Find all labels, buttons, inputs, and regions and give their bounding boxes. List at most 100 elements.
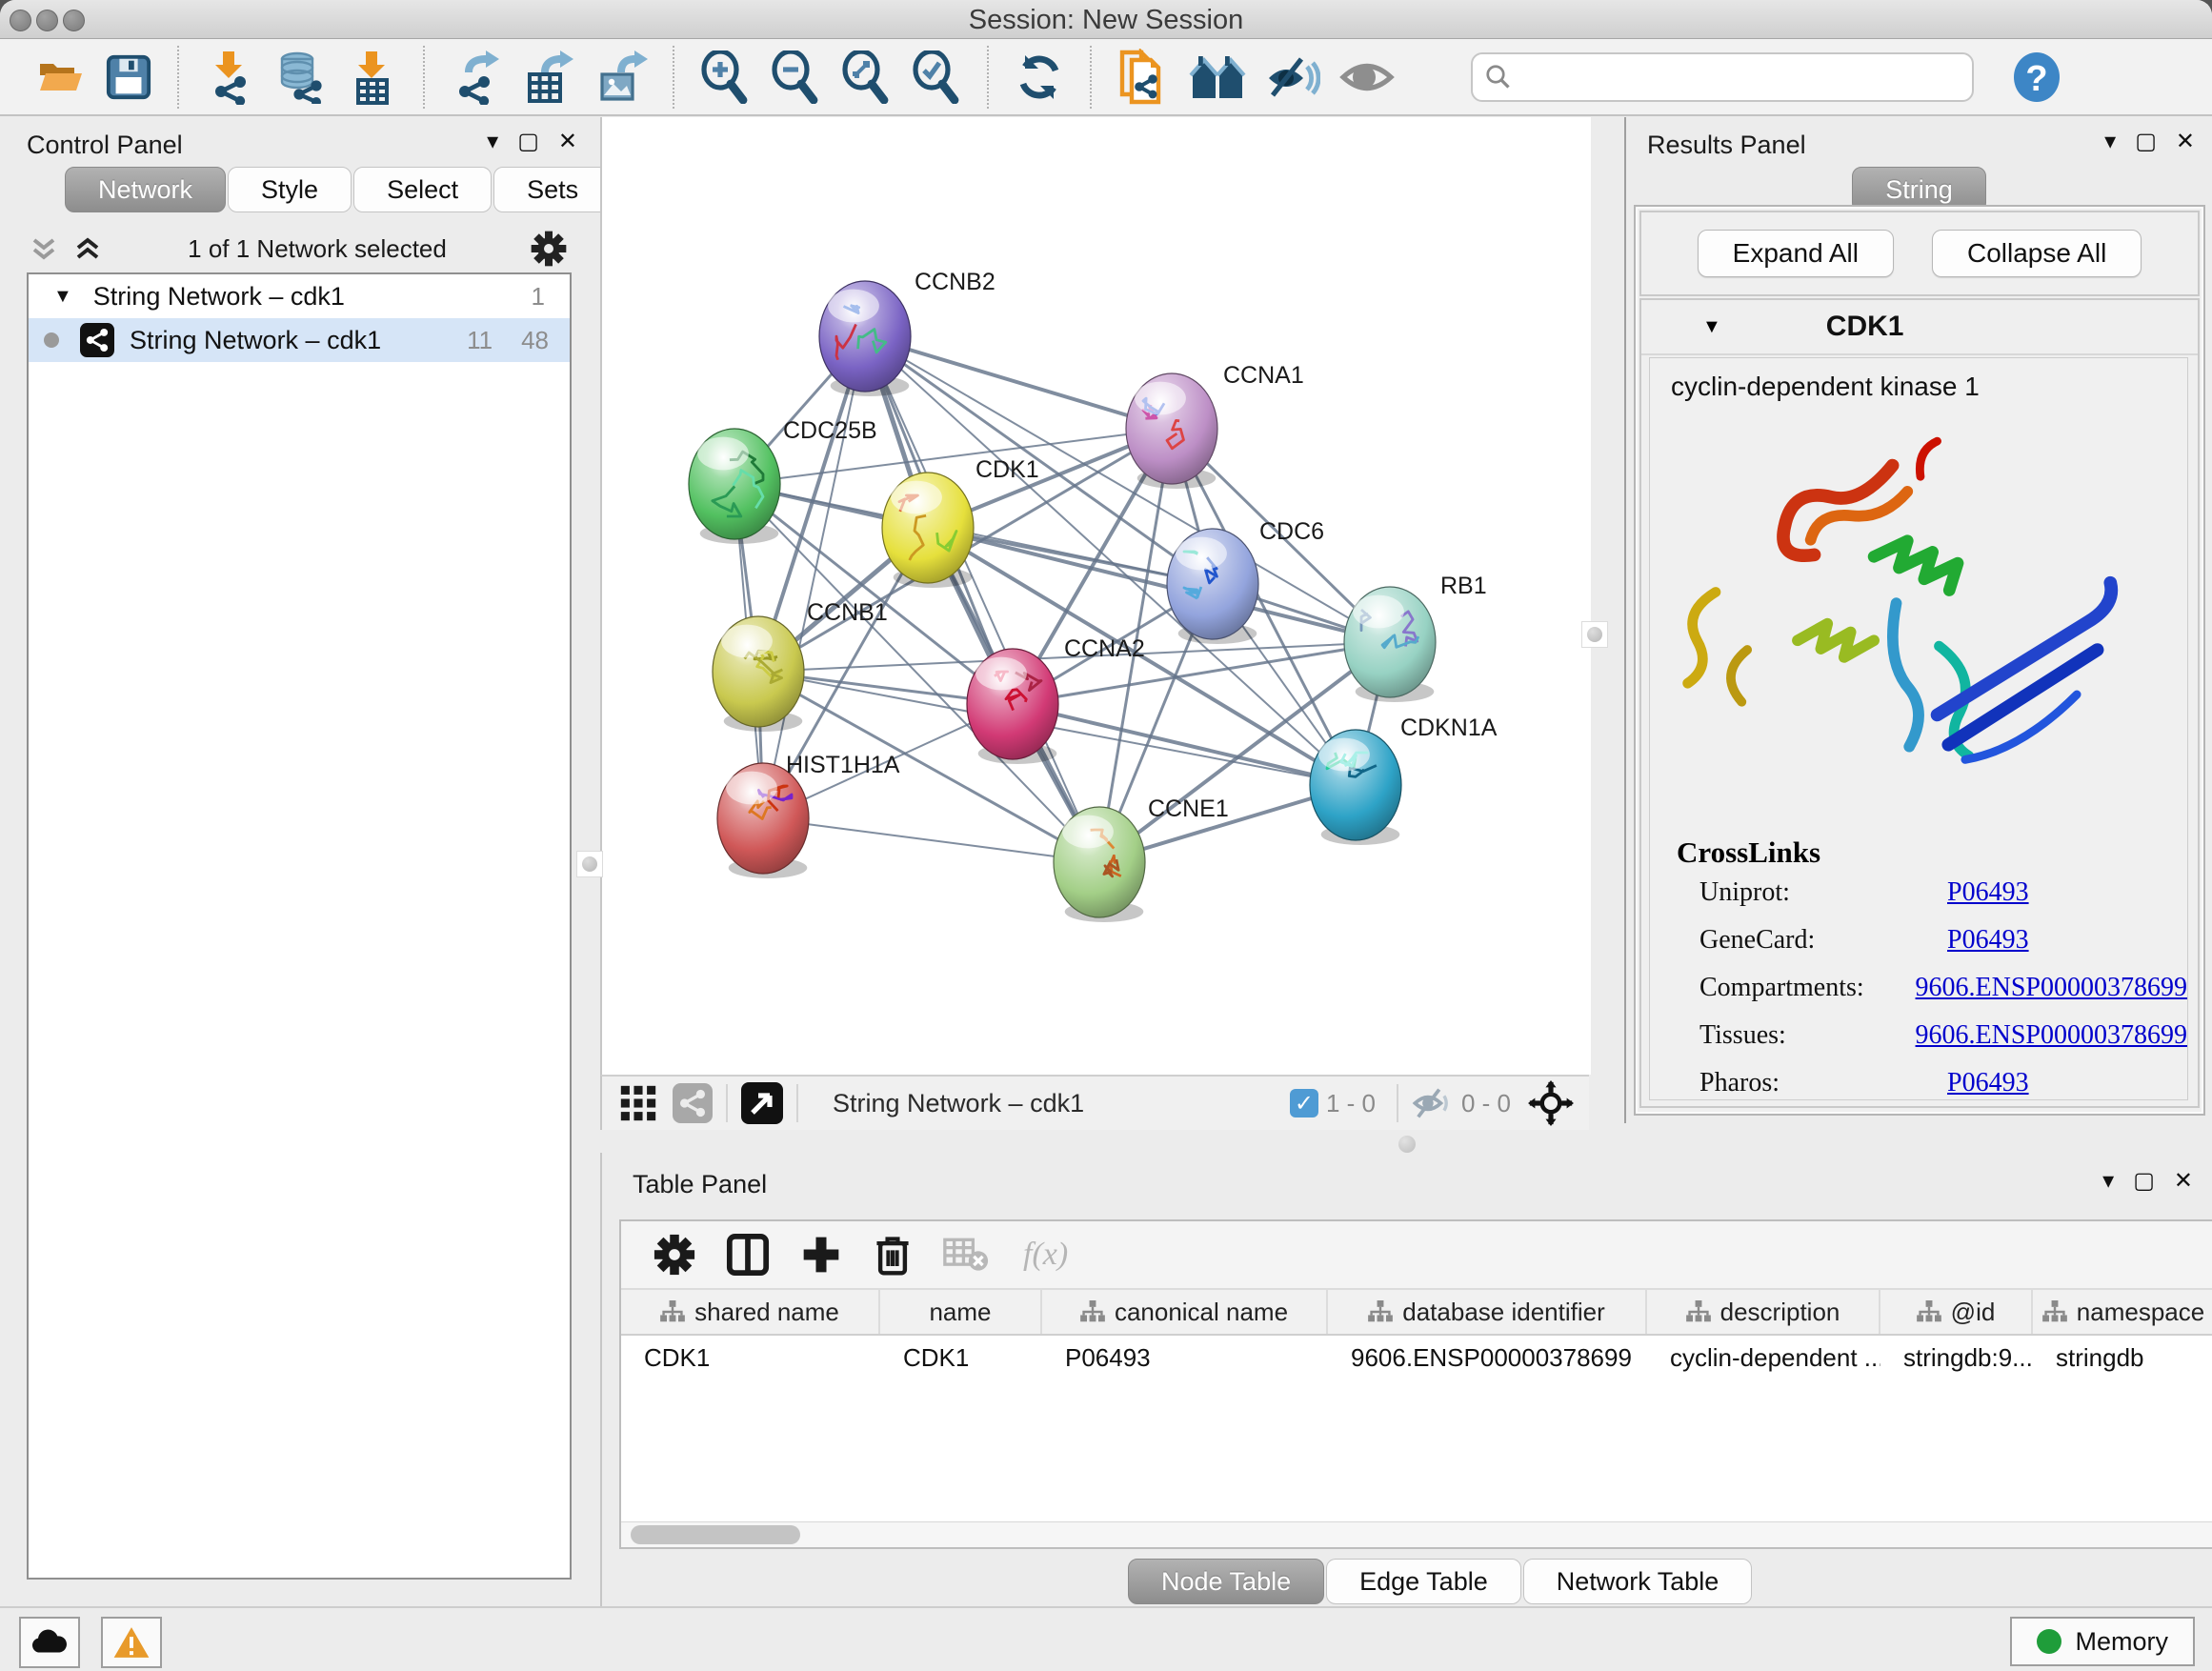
expand-all-button[interactable]: Expand All (1698, 230, 1894, 277)
grid-mode-icon[interactable] (619, 1084, 657, 1122)
node-CDKN1A[interactable]: CDKN1A (1310, 715, 1498, 845)
column-header-name[interactable]: name (880, 1290, 1042, 1334)
protein-expander-icon[interactable]: ▼ (1702, 316, 1721, 338)
results-panel-collapse-button[interactable]: ▾ (2104, 131, 2116, 153)
table-panel-close-button[interactable]: ✕ (2174, 1170, 2193, 1193)
node-RB1[interactable]: RB1 (1344, 573, 1487, 702)
warnings-button[interactable] (101, 1617, 162, 1668)
zoom-selected-button[interactable] (911, 47, 962, 108)
delete-column-button[interactable] (873, 1233, 913, 1277)
crosslink-value-link[interactable]: P06493 (1947, 1068, 2029, 1098)
navigator-toggle-icon[interactable] (741, 1082, 783, 1124)
network-row[interactable]: String Network – cdk1 11 48 (29, 318, 570, 362)
function-builder-button[interactable]: f(x) (1023, 1237, 1068, 1273)
tab-node-table[interactable]: Node Table (1128, 1559, 1324, 1604)
table-cell[interactable]: stringdb (2033, 1343, 2212, 1373)
collapse-all-button[interactable]: Collapse All (1932, 230, 2142, 277)
zoom-out-button[interactable] (770, 47, 821, 108)
toggle-enhanced-labels-button[interactable] (1265, 47, 1320, 108)
table-panel-collapse-button[interactable]: ▾ (2102, 1170, 2114, 1193)
search-input[interactable] (1513, 61, 1926, 92)
column-header-shared-name[interactable]: shared name (621, 1290, 880, 1334)
fit-selected-crosshair-icon[interactable] (1528, 1080, 1574, 1126)
edge-CCNB2-CCNA1[interactable] (865, 336, 1172, 429)
create-column-button[interactable] (800, 1234, 842, 1276)
node-HIST1H1A[interactable]: HIST1H1A (717, 752, 900, 878)
selected-nodes-checkbox-icon[interactable]: ✓ (1290, 1089, 1318, 1117)
table-cell[interactable]: cyclin-dependent ... (1647, 1343, 1880, 1373)
scrollbar-thumb[interactable] (631, 1525, 800, 1544)
zoom-fit-button[interactable] (840, 47, 892, 108)
control-panel-float-button[interactable]: ▢ (517, 131, 539, 153)
control-panel-close-button[interactable]: ✕ (558, 131, 577, 153)
tab-select[interactable]: Select (353, 167, 492, 212)
network-share-gray-icon[interactable] (673, 1083, 713, 1123)
column-header-database-identifier[interactable]: database identifier (1328, 1290, 1647, 1334)
show-columns-button[interactable] (726, 1233, 770, 1277)
tab-edge-table[interactable]: Edge Table (1326, 1559, 1521, 1604)
results-panel-float-button[interactable]: ▢ (2135, 131, 2157, 153)
node-CDC25B[interactable]: CDC25B (689, 417, 877, 544)
table-cell[interactable]: P06493 (1042, 1343, 1328, 1373)
expand-all-icon[interactable] (72, 234, 105, 263)
column-header--id[interactable]: @id (1880, 1290, 2033, 1334)
right-splitter-handle[interactable] (1581, 621, 1608, 648)
control-panel-collapse-button[interactable]: ▾ (487, 131, 498, 153)
crosslink-value-link[interactable]: P06493 (1947, 925, 2029, 956)
horizontal-splitter-handle[interactable] (1398, 1136, 1416, 1153)
table-horizontal-scrollbar[interactable] (621, 1521, 2212, 1547)
tab-network-table[interactable]: Network Table (1523, 1559, 1753, 1604)
export-network-button[interactable] (450, 47, 503, 108)
column-header-namespace[interactable]: namespace (2033, 1290, 2212, 1334)
table-cell[interactable]: CDK1 (621, 1343, 880, 1373)
tree-expander-icon[interactable]: ▼ (53, 286, 72, 308)
network-options-gear-icon[interactable] (530, 230, 568, 268)
apply-layout-button[interactable] (1014, 47, 1065, 108)
edge-HIST1H1A-CCNE1[interactable] (763, 818, 1099, 862)
import-table-button[interactable] (347, 47, 398, 108)
tab-style[interactable]: Style (228, 167, 352, 212)
clone-network-button[interactable] (1116, 47, 1170, 108)
table-cell[interactable]: stringdb:9... (1880, 1343, 2033, 1373)
edge-CCNB2-HIST1H1A[interactable] (763, 336, 865, 818)
table-cell[interactable]: 9606.ENSP00000378699 (1328, 1343, 1647, 1373)
memory-button[interactable]: Memory (2010, 1617, 2195, 1666)
node-CCNB2[interactable]: CCNB2 (819, 269, 995, 396)
tab-network[interactable]: Network (65, 167, 226, 212)
import-network-database-button[interactable] (274, 47, 328, 108)
save-session-button[interactable] (105, 47, 152, 108)
table-row[interactable]: CDK1CDK1P064939606.ENSP00000378699cyclin… (621, 1336, 2212, 1379)
zoom-in-icon (699, 50, 751, 104)
export-table-button[interactable] (522, 47, 575, 108)
table-options-button[interactable] (654, 1234, 695, 1276)
tab-sets[interactable]: Sets (493, 167, 612, 212)
import-network-file-button[interactable] (204, 47, 255, 108)
table-panel-float-button[interactable]: ▢ (2133, 1170, 2155, 1193)
string-protein-query-button[interactable] (1189, 47, 1246, 108)
results-panel-close-button[interactable]: ✕ (2176, 131, 2195, 153)
edge-CCNB2-CCNE1[interactable] (865, 336, 1099, 862)
export-image-button[interactable] (594, 47, 648, 108)
node-CDC6[interactable]: CDC6 (1167, 518, 1324, 644)
collapse-all-icon[interactable] (29, 234, 61, 263)
node-CCNE1[interactable]: CCNE1 (1054, 795, 1229, 922)
left-splitter-handle[interactable] (576, 851, 603, 877)
crosslink-value-link[interactable]: P06493 (1947, 877, 2029, 908)
hidden-eye-icon[interactable] (1412, 1086, 1454, 1120)
column-header-canonical-name[interactable]: canonical name (1042, 1290, 1328, 1334)
crosslink-value-link[interactable]: 9606.ENSP00000378699 (1916, 973, 2187, 1003)
node-CCNB1[interactable]: CCNB1 (713, 599, 888, 732)
cloud-button[interactable] (19, 1617, 80, 1668)
column-header-description[interactable]: description (1647, 1290, 1880, 1334)
protein-section-header[interactable]: ▼ CDK1 (1641, 300, 2198, 355)
delete-table-button[interactable] (943, 1236, 989, 1274)
network-collection-row[interactable]: ▼ String Network – cdk1 1 (29, 274, 570, 318)
zoom-in-button[interactable] (699, 47, 751, 108)
help-button[interactable]: ? (2012, 47, 2061, 108)
network-view-canvas[interactable]: CCNB2CCNA1CDC25BCDK1CDC6RB1CCNB1CCNA2CDK… (600, 117, 1591, 1075)
show-graphics-details-button[interactable] (1339, 47, 1395, 108)
crosslink-value-link[interactable]: 9606.ENSP00000378699 (1916, 1020, 2187, 1051)
table-cell[interactable]: CDK1 (880, 1343, 1042, 1373)
edge-CCNA2-CDKN1A[interactable] (1013, 704, 1356, 785)
open-session-button[interactable] (36, 47, 86, 108)
